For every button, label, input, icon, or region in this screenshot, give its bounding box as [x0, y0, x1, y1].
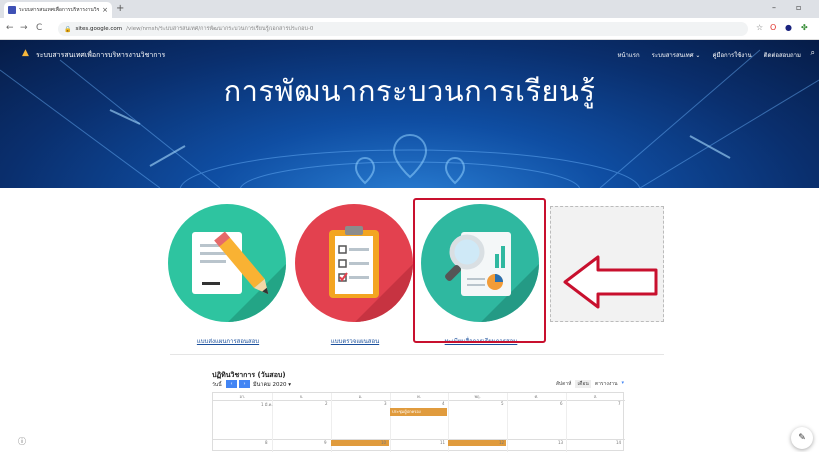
document-pencil-icon[interactable] [168, 204, 286, 322]
site-name[interactable]: ระบบสารสนเทศเพื่อการบริหารงานวิชาการ [36, 50, 165, 61]
calendar-col-divider [507, 393, 508, 452]
lock-icon: 🔒 [64, 25, 72, 33]
calendar-date: 5 [501, 401, 504, 406]
site-header-banner: ▲ ระบบสารสนเทศเพื่อการบริหารงานวิชาการ ห… [0, 40, 819, 188]
opera-extension-icon[interactable]: O [770, 23, 776, 32]
calendar-date: 8 [265, 440, 268, 445]
tab-close-icon[interactable]: × [102, 6, 108, 14]
calendar-date: 2 [325, 401, 328, 406]
left-arrow-icon [563, 255, 658, 309]
pencil-icon: ✎ [798, 433, 806, 443]
calendar-dropdown-icon[interactable]: ▾ [621, 380, 624, 388]
browser-tab[interactable]: ระบบสารสนเทศเพื่อการบริหารงานวิชา... × [4, 2, 112, 18]
calendar-col-divider [566, 393, 567, 452]
calendar-prev-button[interactable]: ‹ [226, 380, 237, 388]
calendar-event-bar[interactable] [448, 440, 506, 446]
calendar-date: 9 [324, 440, 327, 445]
nav-item-home[interactable]: หน้าแรก [617, 50, 639, 60]
calendar-day-header: อา. [239, 394, 246, 399]
browser-tab-bar: ระบบสารสนเทศเพื่อการบริหารงานวิชา... × +… [0, 0, 819, 18]
puzzle-extension-icon[interactable]: ✤ [801, 23, 808, 32]
calendar-row-divider [213, 400, 625, 401]
calendar-date: 7 [618, 401, 621, 406]
edit-pencil-button[interactable]: ✎ [791, 427, 813, 449]
url-path: /view/nrnsh/ระบบสารสนเทศ/การพัฒนากระบวนก… [126, 26, 314, 32]
calendar-date: 13 [558, 440, 564, 445]
address-bar: ← → C 🔒 sites.google.com /view/nrnsh/ระบ… [0, 18, 819, 40]
calendar-view-switch: สัปดาห์ เดือน ตารางงาน ▾ [556, 380, 624, 388]
search-icon[interactable]: ⌕ [811, 48, 815, 58]
calendar-next-button[interactable]: › [239, 380, 250, 388]
main-content: แบบส่งแผนการสอนสอบ แบบตรวจแผนสอน ทะเบียน… [0, 188, 819, 452]
tab-title: ระบบสารสนเทศเพื่อการบริหารงานวิชา... [19, 7, 100, 13]
calendar-date: 3 [384, 401, 387, 406]
calendar-widget: ปฏิทินวิชาการ (วันสอบ) วันนี้ ‹ › มีนาคม… [212, 370, 625, 452]
calendar-col-divider [390, 393, 391, 452]
nav-item-contact[interactable]: ติดต่อสอบถาม [764, 50, 801, 60]
info-icon[interactable]: ⓘ [18, 436, 26, 447]
extension-icon[interactable]: ● [785, 23, 792, 32]
calendar-today-button[interactable]: วันนี้ [212, 381, 222, 389]
site-favicon-icon [8, 6, 16, 14]
back-icon[interactable]: ← [6, 23, 14, 33]
calendar-month-select[interactable]: มีนาคม 2020 ▾ [253, 381, 291, 389]
calendar-date: 14 [616, 440, 622, 445]
calendar-date: 6 [560, 401, 563, 406]
calendar-day-header: ส. [593, 394, 598, 399]
reload-icon[interactable]: C [36, 23, 42, 33]
site-logo-icon[interactable]: ▲ [22, 48, 29, 58]
maximize-button[interactable]: ▫ [796, 3, 801, 12]
nav-item-information-system[interactable]: ระบบสารสนเทศ ⌄ [652, 50, 701, 60]
card-lesson-plan-check[interactable]: แบบตรวจแผนสอน [295, 204, 415, 345]
new-tab-button[interactable]: + [116, 3, 124, 15]
card-lesson-plan-submission[interactable]: แบบส่งแผนการสอนสอบ [168, 204, 288, 345]
calendar-view-month[interactable]: เดือน [575, 380, 591, 388]
nav-item-user-guide[interactable]: คู่มือการใช้งาน [712, 50, 751, 60]
calendar-day-header: ศ. [534, 394, 539, 399]
calendar-date: 4 [442, 401, 445, 406]
url-input[interactable]: 🔒 sites.google.com /view/nrnsh/ระบบสารสน… [58, 22, 748, 36]
calendar-day-header: พฤ. [474, 394, 481, 399]
calendar-day-header: จ. [299, 394, 304, 399]
calendar-view-agenda[interactable]: ตารางงาน [595, 380, 618, 388]
clipboard-checklist-icon[interactable] [295, 204, 413, 322]
calendar-date: 11 [440, 440, 446, 445]
banner-decoration [0, 49, 819, 188]
calendar-event[interactable]: ประชุมผู้ปกครอง [390, 408, 447, 416]
calendar-day-header: อ. [358, 394, 363, 399]
forward-icon[interactable]: → [20, 23, 28, 33]
divider [170, 354, 664, 355]
calendar-date: 12 [499, 440, 505, 445]
calendar-grid: อา. จ. อ. พ. พฤ. ศ. ส. 1 มี.ค. 2 3 4 5 6… [212, 392, 625, 452]
calendar-row-divider [213, 439, 625, 440]
calendar-date: 1 มี.ค. [261, 402, 273, 407]
highlight-box [413, 198, 546, 343]
url-host: sites.google.com [75, 26, 123, 32]
calendar-day-header: พ. [417, 394, 421, 399]
minimize-button[interactable]: – [772, 3, 776, 12]
page-title: การพัฒนากระบวนการเรียนรู้ [223, 74, 596, 108]
calendar-date: 10 [381, 440, 387, 445]
site-nav: หน้าแรก ระบบสารสนเทศ ⌄ คู่มือการใช้งาน ต… [617, 50, 801, 60]
bookmark-star-icon[interactable]: ☆ [756, 23, 763, 32]
calendar-view-week[interactable]: สัปดาห์ [556, 380, 572, 388]
